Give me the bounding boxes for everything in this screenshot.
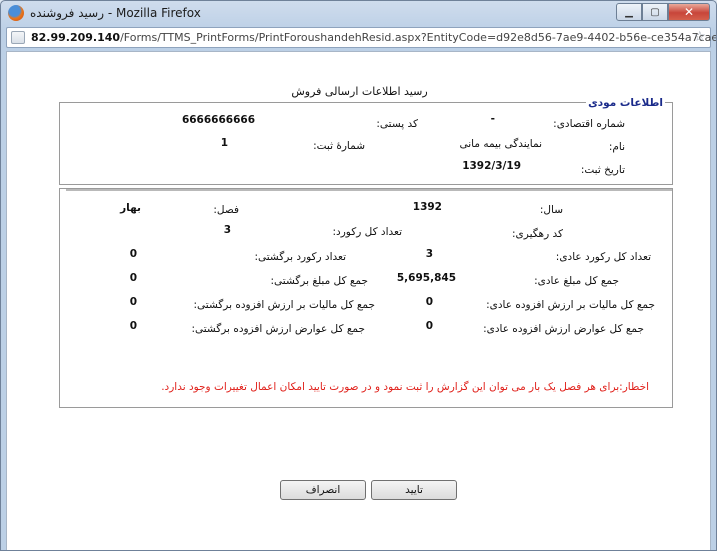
season-label: فصل: <box>213 204 239 216</box>
name-label: نام: <box>608 141 625 153</box>
title-bar: رسید فروشنده - Mozilla Firefox ▁ ▢ ✕ <box>1 1 716 27</box>
address-bar[interactable]: 82.99.209.140/Forms/TTMS_PrintForms/Prin… <box>6 27 716 48</box>
maximize-button[interactable]: ▢ <box>642 3 668 21</box>
reg-date-label: تاریخ ثبت: <box>580 164 625 176</box>
url-host: 82.99.209.140 <box>31 31 121 44</box>
minimize-button[interactable]: ▁ <box>616 3 642 21</box>
tracking-code-label: کد رهگیری: <box>512 228 563 240</box>
close-button[interactable]: ✕ <box>668 3 710 21</box>
warning-message: اخطار:برای هر فصل یک بار می توان این گزا… <box>161 381 649 393</box>
reg-number-value: 1 <box>220 137 228 149</box>
taxpayer-info-box: اطلاعات مودی شماره اقتصادی: - کد پستی: 6… <box>59 97 673 185</box>
reg-date-value: 1392/3/19 <box>462 160 521 172</box>
browser-window: رسید فروشنده - Mozilla Firefox ▁ ▢ ✕ 82.… <box>0 0 717 551</box>
season-value: بهار <box>120 202 141 214</box>
firefox-icon <box>8 5 24 21</box>
returned-duties-label: جمع کل عوارض ارزش افزوده برگشتی: <box>191 323 365 335</box>
normal-amount-label: جمع کل مبلغ عادی: <box>534 275 619 287</box>
postal-code-value: 6666666666 <box>181 114 255 126</box>
cancel-button[interactable]: انصراف <box>280 480 366 500</box>
postal-code-label: کد پستی: <box>376 118 418 130</box>
window-controls: ▁ ▢ ✕ <box>616 3 710 22</box>
bookmark-star-icon[interactable]: ☆ <box>693 29 706 45</box>
url-path: /Forms/TTMS_PrintForms/PrintForoushandeh… <box>120 31 717 44</box>
url-text[interactable]: 82.99.209.140/Forms/TTMS_PrintForms/Prin… <box>31 31 717 44</box>
confirm-button[interactable]: تایید <box>371 480 457 500</box>
taxpayer-info-legend: اطلاعات مودی <box>586 97 665 109</box>
site-identity-icon[interactable] <box>11 31 25 44</box>
page-content: رسید اطلاعات ارسالی فروش اطلاعات مودی شم… <box>6 51 711 550</box>
normal-vat-label: جمع کل مالیات بر ارزش افزوده عادی: <box>486 299 655 311</box>
total-records-value: 3 <box>223 224 231 236</box>
normal-records-label: تعداد کل رکورد عادی: <box>555 251 651 263</box>
economic-code-value: - <box>490 113 495 125</box>
returned-duties-value: 0 <box>129 320 137 332</box>
normal-amount-value: 5,695,845 <box>396 272 456 284</box>
normal-records-value: 3 <box>425 248 433 260</box>
economic-code-label: شماره اقتصادی: <box>553 118 625 130</box>
normal-vat-value: 0 <box>425 296 433 308</box>
year-label: سال: <box>539 204 563 216</box>
report-summary-box: سال: 1392 فصل: بهار کد رهگیری: تعداد کل … <box>59 188 673 408</box>
window-title: رسید فروشنده - Mozilla Firefox <box>30 6 201 20</box>
name-value: نمایندگی بیمه مانی <box>459 138 542 150</box>
returned-vat-label: جمع کل مالیات بر ارزش افزوده برگشتی: <box>193 299 375 311</box>
report-box-divider <box>66 189 672 191</box>
returned-vat-value: 0 <box>129 296 137 308</box>
normal-duties-label: جمع کل عوارض ارزش افزوده عادی: <box>483 323 644 335</box>
returned-records-label: تعداد رکورد برگشتی: <box>254 251 346 263</box>
returned-amount-label: جمع کل مبلغ برگشتی: <box>270 275 368 287</box>
returned-records-value: 0 <box>129 248 137 260</box>
returned-amount-value: 0 <box>129 272 137 284</box>
total-records-label: تعداد کل رکورد: <box>332 226 403 238</box>
normal-duties-value: 0 <box>425 320 433 332</box>
reg-number-label: شمارهٔ ثبت: <box>313 140 365 152</box>
year-value: 1392 <box>412 201 442 213</box>
